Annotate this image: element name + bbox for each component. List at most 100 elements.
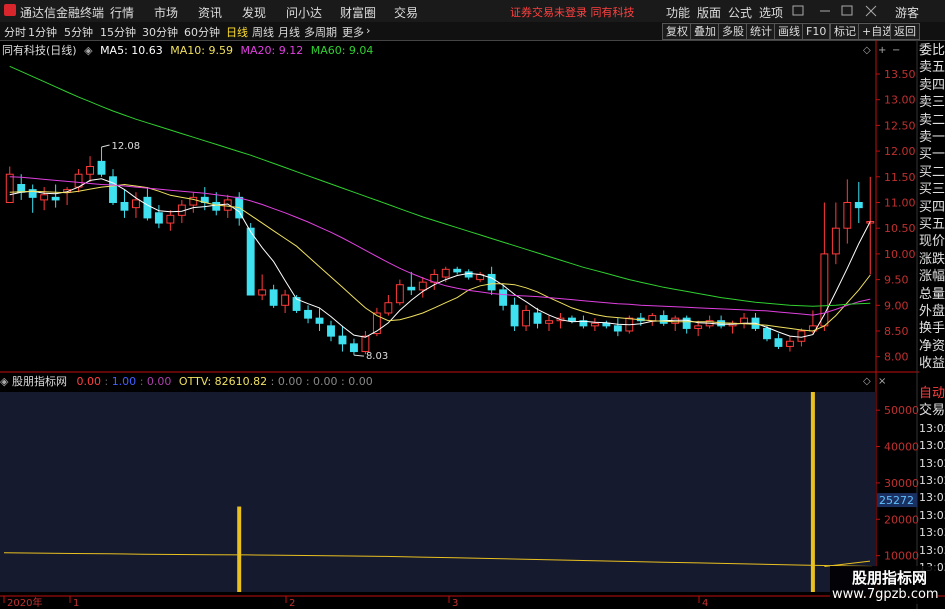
price-tick-label: 9.50 xyxy=(884,274,909,287)
indicator-panel: 50000 40000 30000 20000 10000 25272 xyxy=(0,392,919,592)
watermark-title: 股朋指标网 xyxy=(852,569,928,587)
price-tick-label: 10.00 xyxy=(884,248,916,261)
zoom-in-icon[interactable]: + xyxy=(878,45,886,56)
price-tick-label: 8.50 xyxy=(884,325,909,338)
candle-body xyxy=(132,199,140,209)
indicator-title[interactable]: 股朋指标网 xyxy=(12,375,67,388)
ma-line-ma20 xyxy=(9,176,871,316)
quote-label: 外盘 xyxy=(919,303,945,321)
price-tick-label: 12.50 xyxy=(884,119,916,132)
candle-body xyxy=(17,184,26,193)
candle-body xyxy=(740,317,748,324)
price-tick-label: 13.50 xyxy=(884,68,916,81)
date-axis: 2020年 1 2 3 4 xyxy=(3,596,708,609)
candle-body xyxy=(510,304,519,327)
candle-body xyxy=(522,309,530,327)
candle-body xyxy=(533,312,542,324)
candle-body xyxy=(51,196,60,201)
indicator-spike xyxy=(237,506,242,592)
candle-body xyxy=(212,201,221,211)
candle-body xyxy=(361,335,370,353)
candle-body xyxy=(602,322,611,327)
quote-label: 买三 xyxy=(919,181,945,199)
candle-body xyxy=(395,284,404,304)
trade-time: 13:03 xyxy=(919,506,945,525)
trade-time: 13:02 xyxy=(919,437,945,455)
candle-body xyxy=(774,338,783,347)
candle-body xyxy=(327,325,335,337)
candle-body xyxy=(786,340,794,347)
current-value-label: 25272 xyxy=(879,494,914,507)
candle-body xyxy=(5,173,14,203)
quote-label: 总量 xyxy=(919,285,945,304)
trade-time: 13:03 xyxy=(919,541,945,560)
candle-body xyxy=(338,335,347,345)
quote-label: 买一 xyxy=(919,146,945,164)
indicator-spike xyxy=(810,392,815,592)
quote-label: 买四 xyxy=(919,198,945,217)
quote-label: 买五 xyxy=(919,216,945,234)
candle-body xyxy=(499,289,508,306)
indicator-settings-icon[interactable]: ◈ xyxy=(0,375,8,388)
candle-body xyxy=(246,227,255,296)
indicator-tick-label: 40000 xyxy=(884,441,919,454)
quote-label: 涨幅 xyxy=(919,268,945,286)
quote-label: 净资 xyxy=(919,337,945,356)
indicator-value-1: 0.00 xyxy=(76,375,101,388)
candle-body xyxy=(315,317,324,324)
candle-body xyxy=(464,271,473,278)
candle-body xyxy=(97,160,106,175)
candle-body xyxy=(831,227,840,255)
close-icon[interactable]: × xyxy=(878,376,886,387)
candle-body xyxy=(281,294,290,306)
candle-body xyxy=(694,325,703,329)
quote-label: 涨跌 xyxy=(919,250,945,269)
quote-label: 委比 xyxy=(919,42,945,60)
diamond-icon[interactable]: ◇ xyxy=(863,45,871,56)
trade-time: 13:03 xyxy=(919,489,945,507)
quote-label: 换手 xyxy=(919,320,945,338)
candle-body xyxy=(350,343,358,353)
candle-body xyxy=(40,194,49,201)
candle-body xyxy=(304,309,312,319)
trade-time: 13:02 xyxy=(919,454,945,473)
price-tick-label: 11.00 xyxy=(884,196,916,209)
date-label: 3 xyxy=(452,598,458,609)
candle-body xyxy=(545,320,553,324)
price-tick-label: 13.00 xyxy=(884,94,916,107)
trade-time: 13:02 xyxy=(919,419,945,438)
low-label: 8.03 xyxy=(366,351,388,362)
indicator-tick-label: 20000 xyxy=(884,513,919,526)
date-label: 1 xyxy=(73,598,79,609)
high-marker xyxy=(101,144,110,148)
zoom-out-icon[interactable]: − xyxy=(892,45,900,56)
trade-label: 交易 xyxy=(919,402,945,420)
candle-body xyxy=(109,176,117,203)
quote-label: 卖一 xyxy=(919,129,945,147)
candle-body xyxy=(854,201,863,209)
candle-body xyxy=(154,212,163,224)
candle-body xyxy=(384,302,393,314)
price-tick-label: 9.00 xyxy=(884,299,909,312)
price-tick-label: 12.00 xyxy=(884,145,916,158)
indicator-value-2: 1.00 xyxy=(111,375,137,388)
trade-time: 13:03 xyxy=(919,524,945,542)
candle-body xyxy=(120,201,129,211)
candle-body xyxy=(659,315,668,324)
date-label: 2 xyxy=(289,598,295,609)
price-tick-label: 8.00 xyxy=(884,351,909,364)
quote-label: 现价 xyxy=(919,233,945,251)
candle-body xyxy=(843,201,852,229)
candle-body xyxy=(682,317,691,329)
candle-body xyxy=(453,268,462,273)
candle-body xyxy=(143,196,152,219)
indicator-background xyxy=(0,392,876,592)
kline-chart[interactable]: 13.5013.0012.5012.0011.5011.0010.5010.00… xyxy=(0,0,945,609)
candle-body xyxy=(407,286,416,291)
quote-label: 卖三 xyxy=(919,94,945,112)
candle-body xyxy=(441,268,450,278)
candle-body xyxy=(648,315,657,322)
candle-body xyxy=(86,166,94,175)
candle-body xyxy=(763,327,771,340)
candle-body xyxy=(258,289,267,296)
